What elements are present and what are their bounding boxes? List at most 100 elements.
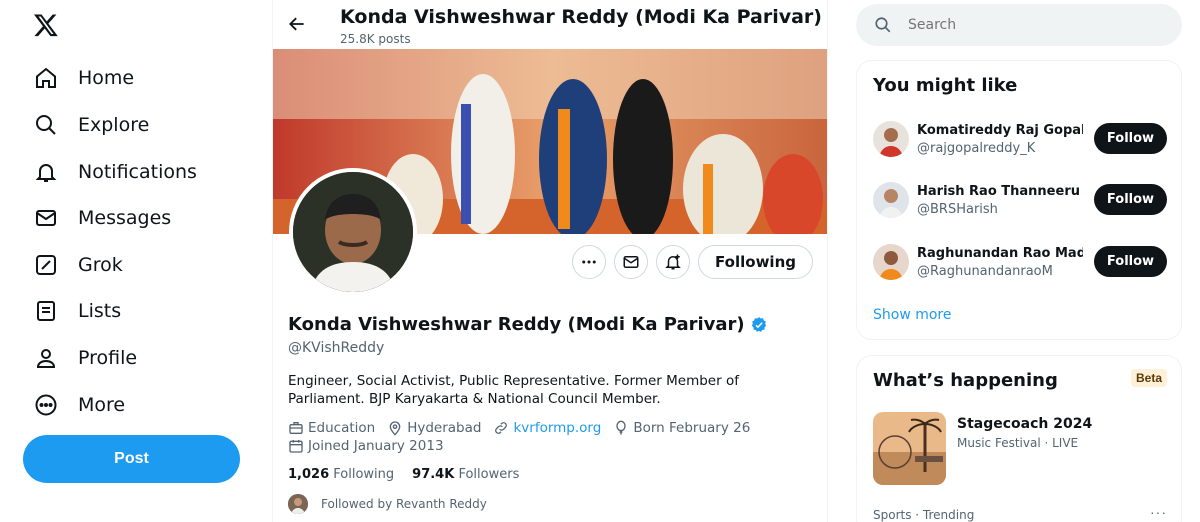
location-pin-icon — [389, 421, 401, 436]
trend-more-icon[interactable]: ··· — [1150, 504, 1167, 520]
person-icon — [33, 345, 59, 371]
header-title: Konda Vishweshwar Reddy (Modi Ka Parivar… — [340, 6, 828, 28]
meta-category-text: Education — [308, 420, 376, 436]
avatar — [873, 121, 909, 157]
nav-more[interactable]: More — [33, 385, 125, 425]
header-name: Konda Vishweshwar Reddy (Modi Ka Parivar… — [340, 6, 822, 28]
meta-location: Hyderabad — [387, 420, 481, 436]
right-sidebar: You might like Komatireddy Raj Gopal Red… — [856, 0, 1182, 522]
avatar — [873, 182, 909, 218]
trend-title[interactable]: Stagecoach 2024 — [957, 416, 1092, 432]
suggestion-handle: @RaghunandanraoM — [917, 263, 1053, 279]
meta-joined: Joined January 2013 — [288, 438, 444, 454]
following-button[interactable]: Following — [698, 245, 813, 279]
home-icon — [33, 65, 59, 91]
meta-website[interactable]: kvrformp.org — [493, 420, 601, 436]
x-logo-icon[interactable] — [33, 12, 63, 42]
profile-column: Konda Vishweshwar Reddy (Modi Ka Parivar… — [272, 0, 828, 522]
nav-messages[interactable]: Messages — [33, 198, 171, 238]
suggestion-item[interactable]: Komatireddy Raj Gopal Reddy @rajgopalred… — [873, 116, 1167, 162]
nav-lists[interactable]: Lists — [33, 291, 121, 331]
beta-badge: Beta — [1130, 369, 1167, 387]
calendar-icon — [289, 440, 303, 453]
suggestion-handle: @BRSHarish — [917, 202, 998, 217]
show-more-link[interactable]: Show more — [873, 307, 952, 323]
verified-badge-icon — [751, 316, 766, 332]
suggestion-name-text: Komatireddy Raj Gopal Reddy — [917, 122, 1083, 138]
post-button[interactable]: Post — [23, 435, 240, 483]
nav-label: Grok — [78, 254, 123, 276]
meta-birthday: Born February 26 — [613, 420, 750, 436]
profile-name: Konda Vishweshwar Reddy (Modi Ka Parivar… — [288, 314, 768, 335]
suggestion-name-text: Harish Rao Thanneeru — [917, 183, 1080, 199]
nav-label: Explore — [78, 114, 150, 136]
followers-count: 97.4K — [412, 467, 455, 482]
follow-button[interactable]: Follow — [1094, 184, 1167, 215]
follower-avatar — [288, 494, 308, 514]
more-circle-icon — [33, 392, 59, 418]
nav-home[interactable]: Home — [33, 58, 134, 98]
verified-badge-icon — [827, 8, 828, 26]
list-icon — [33, 298, 59, 324]
back-arrow-icon[interactable] — [287, 14, 309, 36]
following-count: 1,026 — [288, 467, 330, 482]
link-icon — [495, 422, 508, 434]
meta-location-text: Hyderabad — [407, 420, 482, 436]
trend-category: Sports · Trending — [873, 508, 975, 522]
whats-happening-title: What’s happening — [873, 370, 1058, 391]
more-options-button[interactable] — [572, 245, 607, 279]
suggestion-item[interactable]: Harish Rao Thanneeru @BRSHarish Follow — [873, 177, 1167, 223]
briefcase-icon — [289, 422, 303, 434]
profile-actions: Following — [572, 245, 813, 279]
ellipsis-icon — [582, 260, 596, 264]
message-button[interactable] — [614, 245, 649, 279]
nav-label: Notifications — [78, 161, 197, 183]
you-might-like-title: You might like — [873, 75, 1018, 96]
left-nav: Home Explore Notifications Messages Grok… — [0, 0, 272, 522]
suggestion-name: Harish Rao Thanneeru — [917, 183, 1083, 199]
meta-joined-text: Joined January 2013 — [308, 438, 444, 454]
meta-category: Education — [288, 420, 375, 436]
following-stat[interactable]: 1,026 Following — [288, 467, 394, 482]
search-bar[interactable] — [856, 4, 1182, 46]
nav-profile[interactable]: Profile — [33, 338, 137, 378]
followers-stat[interactable]: 97.4K Followers — [412, 467, 519, 482]
avatar — [873, 244, 909, 280]
nav-label: Profile — [78, 347, 138, 369]
suggestion-name: Raghunandan Rao Madhavaneni — [917, 246, 1083, 261]
suggestion-handle: @rajgopalreddy_K — [917, 141, 1036, 156]
nav-notifications[interactable]: Notifications — [33, 152, 197, 192]
follow-stats: 1,026 Following 97.4K Followers — [288, 467, 519, 482]
balloon-icon — [616, 420, 626, 435]
profile-display-name: Konda Vishweshwar Reddy (Modi Ka Parivar… — [288, 314, 745, 335]
nav-label: Home — [78, 67, 135, 89]
trend-subtitle: Music Festival · LIVE — [957, 436, 1079, 450]
whats-happening-card: What’s happening Beta Stagecoach 2024 Mu… — [856, 355, 1182, 522]
notify-button[interactable] — [656, 245, 691, 279]
followed-by-text: Followed by Revanth Reddy — [321, 497, 487, 511]
grok-icon — [33, 252, 59, 278]
follow-button[interactable]: Follow — [1094, 246, 1167, 277]
search-input[interactable] — [908, 17, 1148, 33]
profile-header-bar: Konda Vishweshwar Reddy (Modi Ka Parivar… — [273, 0, 828, 49]
profile-meta-row: Education Hyderabad kvrformp.org Born Fe… — [288, 420, 762, 436]
search-icon — [33, 112, 59, 138]
followers-label: Followers — [458, 467, 520, 482]
website-link[interactable]: kvrformp.org — [513, 420, 601, 436]
nav-label: Messages — [78, 207, 172, 229]
followed-by[interactable]: Followed by Revanth Reddy — [288, 494, 487, 514]
nav-explore[interactable]: Explore — [33, 105, 149, 145]
nav-label: More — [78, 394, 126, 416]
nav-grok[interactable]: Grok — [33, 245, 123, 285]
trend-image[interactable] — [873, 412, 946, 485]
bell-icon — [33, 159, 59, 185]
bell-plus-icon — [665, 254, 681, 270]
following-label: Following — [333, 467, 395, 482]
suggestion-name-text: Raghunandan Rao Madhavaneni — [917, 245, 1083, 261]
follow-button[interactable]: Follow — [1094, 123, 1167, 154]
mail-icon — [623, 256, 639, 268]
suggestion-item[interactable]: Raghunandan Rao Madhavaneni @Raghunandan… — [873, 239, 1167, 285]
profile-bio: Engineer, Social Activist, Public Repres… — [288, 373, 739, 407]
post-count: 25.8K posts — [340, 32, 411, 46]
profile-avatar[interactable] — [289, 168, 417, 296]
